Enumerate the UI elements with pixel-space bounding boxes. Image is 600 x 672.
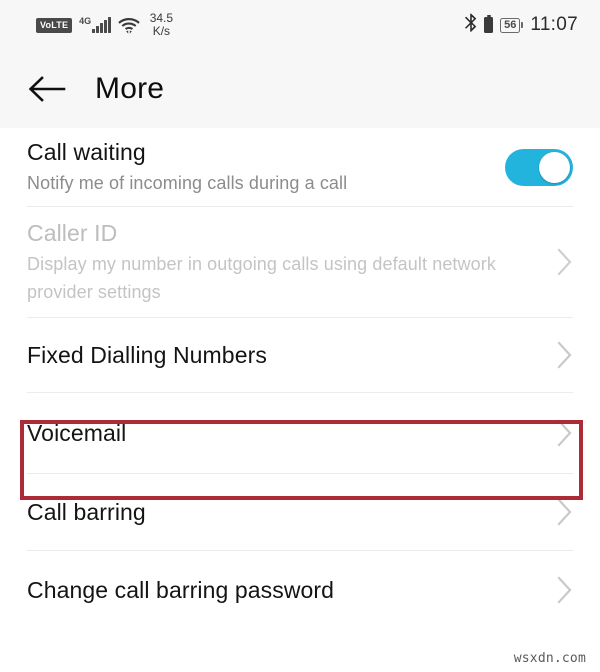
data-speed-value: 34.5 [149, 11, 174, 25]
status-bar-left-group: VoLTE 4G 34.5 K/s [36, 12, 173, 38]
status-bar: VoLTE 4G 34.5 K/s 56 11:07 [0, 0, 600, 50]
back-arrow-icon[interactable] [27, 69, 67, 109]
call-waiting-toggle[interactable] [505, 148, 573, 186]
settings-list: Call waiting Notify me of incoming calls… [0, 128, 600, 629]
phone-screen: VoLTE 4G 34.5 K/s 56 11:07 More Call wai… [0, 0, 600, 672]
setting-row-fixed-dialling-numbers[interactable]: Fixed Dialling Numbers [0, 318, 600, 392]
chevron-right-icon [556, 247, 573, 277]
setting-row-change-call-barring-password[interactable]: Change call barring password [0, 551, 600, 629]
row-title: Caller ID [27, 220, 118, 246]
data-speed-indicator: 34.5 K/s [150, 12, 173, 38]
row-subtitle: Display my number in outgoing calls usin… [27, 254, 496, 302]
row-title: Call waiting [27, 139, 146, 165]
data-speed-unit: K/s [152, 24, 171, 38]
status-bar-right-group: 56 11:07 [464, 13, 578, 37]
row-text-group: Caller ID Display my number in outgoing … [27, 218, 556, 306]
setting-row-caller-id: Caller ID Display my number in outgoing … [0, 207, 600, 317]
toggle-knob [539, 151, 570, 183]
row-subtitle: Notify me of incoming calls during a cal… [27, 173, 348, 193]
battery-icon [484, 14, 494, 33]
row-text-group: Call waiting Notify me of incoming calls… [27, 137, 505, 197]
row-text-group: Change call barring password [27, 575, 556, 605]
row-title: Change call barring password [27, 577, 335, 603]
row-title: Fixed Dialling Numbers [27, 342, 267, 368]
setting-row-voicemail[interactable]: Voicemail [0, 393, 600, 473]
wifi-icon [117, 17, 140, 34]
row-title: Call barring [27, 499, 146, 525]
row-text-group: Voicemail [27, 418, 556, 448]
mobile-signal-icon: 4G [79, 17, 111, 33]
status-bar-clock: 11:07 [530, 14, 578, 35]
battery-nub [521, 22, 524, 28]
app-bar: More [0, 50, 600, 128]
setting-row-call-waiting[interactable]: Call waiting Notify me of incoming calls… [0, 128, 600, 206]
signal-bars-icon [92, 17, 111, 33]
watermark: wsxdn.com [513, 651, 586, 666]
page-title: More [95, 72, 165, 105]
battery-percent-value: 56 [500, 17, 521, 33]
battery-percent-indicator: 56 [500, 17, 524, 33]
volte-icon: VoLTE [36, 17, 73, 33]
chevron-right-icon [556, 497, 573, 527]
setting-row-call-barring[interactable]: Call barring [0, 474, 600, 550]
bluetooth-icon [464, 13, 477, 37]
chevron-right-icon [556, 340, 573, 370]
row-title: Voicemail [27, 420, 127, 446]
network-type-label: 4G [79, 16, 92, 26]
chevron-right-icon [556, 575, 573, 605]
row-text-group: Call barring [27, 497, 556, 527]
chevron-right-icon [556, 418, 573, 448]
row-text-group: Fixed Dialling Numbers [27, 340, 556, 370]
